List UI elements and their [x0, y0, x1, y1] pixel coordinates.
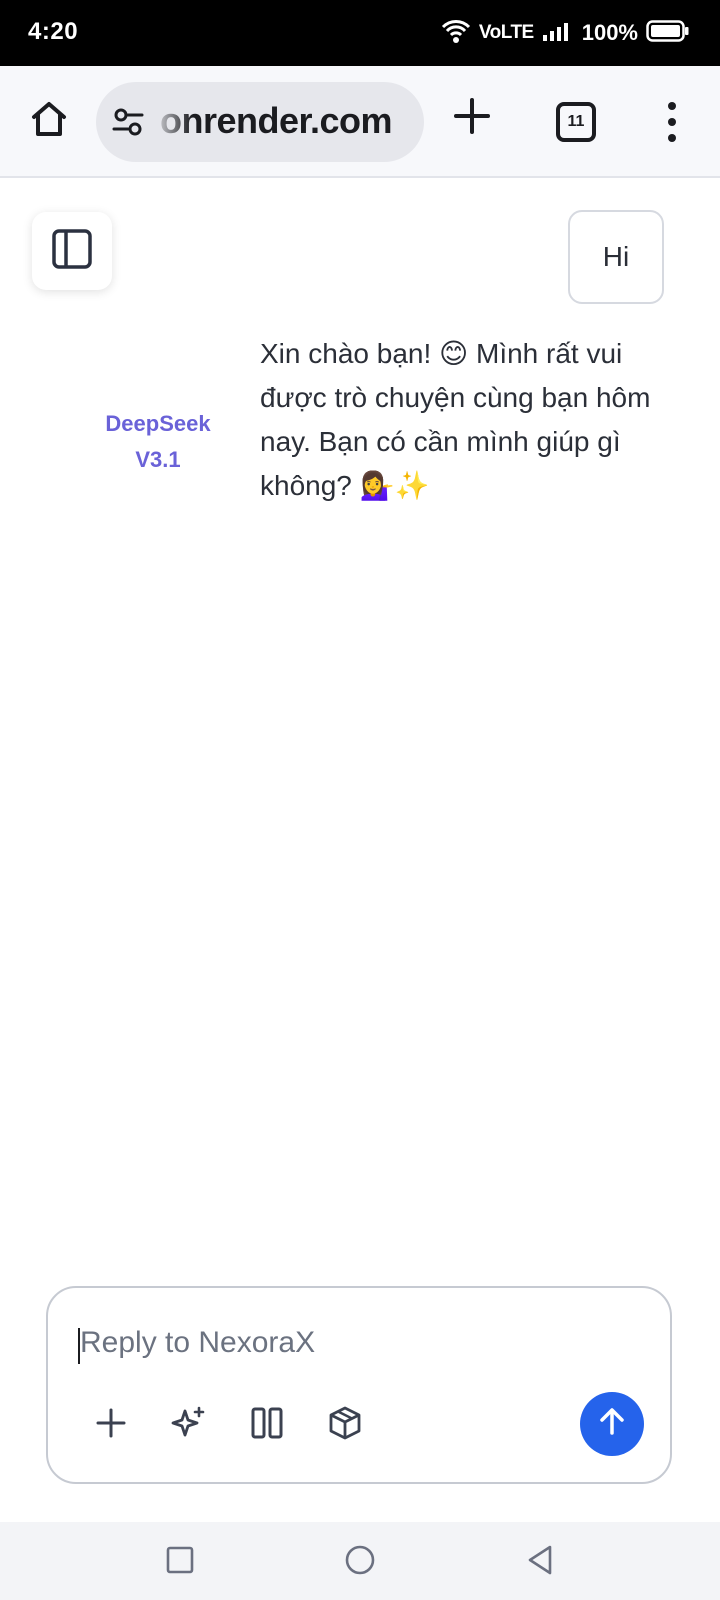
cube-icon	[327, 1405, 363, 1446]
recents-icon	[165, 1545, 195, 1580]
signal-icon	[542, 20, 574, 47]
system-nav-bar	[0, 1522, 720, 1600]
columns-icon	[250, 1406, 284, 1445]
cube-button[interactable]	[320, 1400, 370, 1450]
wifi-icon	[441, 18, 471, 49]
arrow-up-icon	[597, 1407, 627, 1442]
status-time: 4:20	[28, 18, 79, 45]
recents-button[interactable]	[158, 1540, 202, 1584]
back-button[interactable]	[518, 1540, 562, 1584]
battery-icon	[646, 19, 690, 48]
home-button[interactable]	[24, 96, 74, 146]
url-text: onrender.com	[160, 100, 393, 141]
add-button[interactable]	[86, 1400, 136, 1450]
screen: 4:20 VoLTE 100% onrender.com 11 Hi DeepS…	[0, 0, 720, 1600]
status-bar: 4:20 VoLTE 100%	[0, 0, 720, 66]
columns-button[interactable]	[242, 1400, 292, 1450]
home-circle-icon	[344, 1544, 376, 1581]
url-fade	[152, 82, 192, 162]
home-nav-button[interactable]	[338, 1540, 382, 1584]
add-icon	[95, 1407, 127, 1444]
status-icons: VoLTE 100%	[441, 16, 690, 50]
more-vert-icon[interactable]	[658, 102, 686, 142]
volte-label: VoLTE	[478, 22, 534, 43]
plus-icon	[452, 98, 492, 140]
sidebar-toggle-button[interactable]	[32, 212, 112, 290]
model-name-line2: V3.1	[135, 447, 181, 472]
url-bar[interactable]: onrender.com	[96, 82, 424, 162]
user-message-text: Hi	[602, 241, 630, 272]
send-button[interactable]	[580, 1392, 644, 1456]
tabs-button[interactable]: 11	[556, 102, 596, 142]
tab-count: 11	[567, 113, 585, 130]
sparkle-button[interactable]	[164, 1400, 214, 1450]
battery-percent: 100%	[581, 20, 638, 45]
chat-page: Hi DeepSeek V3.1 Xin chào bạn! 😊 Mình rấ…	[0, 178, 720, 1522]
back-icon	[525, 1544, 555, 1581]
model-label: DeepSeek V3.1	[92, 406, 224, 478]
home-icon	[29, 99, 69, 144]
reply-input[interactable]	[80, 1318, 640, 1368]
sparkle-icon	[171, 1405, 207, 1446]
sidebar-icon	[51, 228, 93, 275]
tune-icon[interactable]	[112, 106, 144, 138]
browser-toolbar: onrender.com 11	[0, 66, 720, 178]
new-tab-button[interactable]	[452, 96, 492, 141]
assistant-message: Xin chào bạn! 😊 Mình rất vui được trò ch…	[260, 338, 651, 501]
model-name-line1: DeepSeek	[105, 411, 211, 436]
text-caret	[78, 1328, 80, 1364]
composer	[46, 1286, 672, 1484]
user-message-bubble: Hi	[568, 210, 664, 304]
